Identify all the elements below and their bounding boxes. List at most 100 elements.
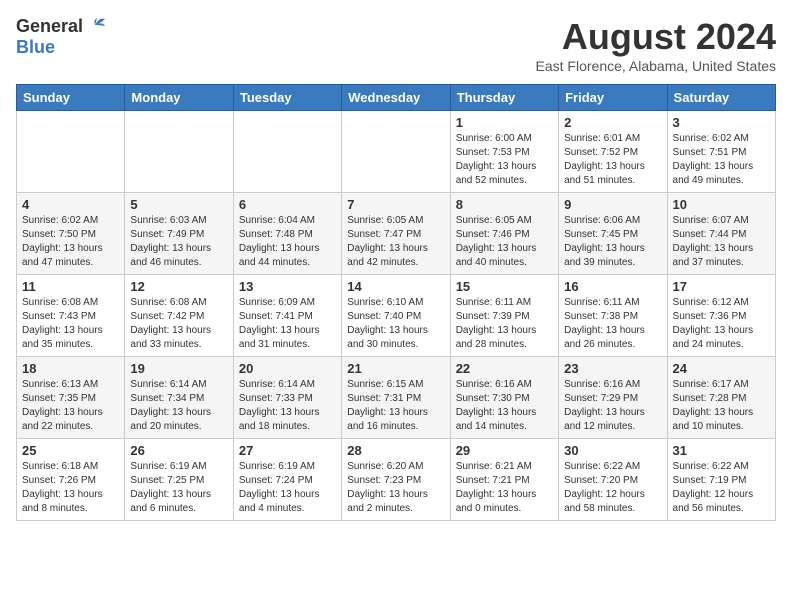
day-number: 14: [347, 279, 444, 294]
day-number: 21: [347, 361, 444, 376]
calendar-cell: 1Sunrise: 6:00 AM Sunset: 7:53 PM Daylig…: [450, 111, 558, 193]
day-number: 27: [239, 443, 336, 458]
calendar-cell: [233, 111, 341, 193]
calendar-cell: 2 Sunrise: 6:01 AM Sunset: 7:52 PM Daylig…: [559, 111, 667, 193]
day-detail: Sunrise: 6:02 AM Sunset: 7:51 PM Dayligh…: [673, 132, 770, 188]
calendar-week-4: 18 Sunrise: 6:13 AM Sunset: 7:35 PM Dayli…: [17, 357, 776, 439]
day-number: 12: [130, 279, 227, 294]
calendar-cell: 4Sunrise: 6:02 AM Sunset: 7:50 PM Daylig…: [17, 193, 125, 275]
day-number: 22: [456, 361, 553, 376]
day-number: 24: [673, 361, 770, 376]
day-number: 19: [130, 361, 227, 376]
calendar-cell: 19 Sunrise: 6:14 AM Sunset: 7:34 PM Dayli…: [125, 357, 233, 439]
title-area: August 2024 East Florence, Alabama, Unit…: [536, 16, 776, 74]
logo-general-text: General: [16, 16, 83, 37]
day-detail: Sunrise: 6:06 AM Sunset: 7:45 PM Dayligh…: [564, 214, 661, 270]
day-number: 11: [22, 279, 119, 294]
day-number: 30: [564, 443, 661, 458]
month-year-title: August 2024: [536, 16, 776, 58]
calendar-cell: 10 Sunrise: 6:07 AM Sunset: 7:44 PM Dayli…: [667, 193, 775, 275]
col-header-tuesday: Tuesday: [233, 85, 341, 111]
calendar-week-5: 25Sunrise: 6:18 AM Sunset: 7:26 PM Dayli…: [17, 439, 776, 521]
col-header-monday: Monday: [125, 85, 233, 111]
calendar-cell: 26 Sunrise: 6:19 AM Sunset: 7:25 PM Dayli…: [125, 439, 233, 521]
calendar-week-2: 4Sunrise: 6:02 AM Sunset: 7:50 PM Daylig…: [17, 193, 776, 275]
calendar-cell: 17 Sunrise: 6:12 AM Sunset: 7:36 PM Dayli…: [667, 275, 775, 357]
day-detail: Sunrise: 6:16 AM Sunset: 7:29 PM Dayligh…: [564, 378, 661, 434]
day-detail: Sunrise: 6:08 AM Sunset: 7:43 PM Dayligh…: [22, 296, 119, 352]
day-detail: Sunrise: 6:16 AM Sunset: 7:30 PM Dayligh…: [456, 378, 553, 434]
logo-blue-text: Blue: [16, 37, 55, 57]
day-number: 18: [22, 361, 119, 376]
calendar-cell: 25Sunrise: 6:18 AM Sunset: 7:26 PM Dayli…: [17, 439, 125, 521]
day-number: 15: [456, 279, 553, 294]
day-number: 7: [347, 197, 444, 212]
day-number: 23: [564, 361, 661, 376]
day-number: 10: [673, 197, 770, 212]
calendar-week-1: 1Sunrise: 6:00 AM Sunset: 7:53 PM Daylig…: [17, 111, 776, 193]
day-number: 29: [456, 443, 553, 458]
calendar-cell: 12Sunrise: 6:08 AM Sunset: 7:42 PM Dayli…: [125, 275, 233, 357]
day-number: 6: [239, 197, 336, 212]
day-number: 8: [456, 197, 553, 212]
day-number: 13: [239, 279, 336, 294]
day-detail: Sunrise: 6:17 AM Sunset: 7:28 PM Dayligh…: [673, 378, 770, 434]
calendar-cell: 7 Sunrise: 6:05 AM Sunset: 7:47 PM Daylig…: [342, 193, 450, 275]
day-detail: Sunrise: 6:07 AM Sunset: 7:44 PM Dayligh…: [673, 214, 770, 270]
calendar-cell: 23 Sunrise: 6:16 AM Sunset: 7:29 PM Dayli…: [559, 357, 667, 439]
day-detail: Sunrise: 6:14 AM Sunset: 7:33 PM Dayligh…: [239, 378, 336, 434]
col-header-thursday: Thursday: [450, 85, 558, 111]
page-header: General Blue August 2024 East Florence, …: [16, 16, 776, 74]
calendar-header: SundayMondayTuesdayWednesdayThursdayFrid…: [17, 85, 776, 111]
calendar-week-3: 11 Sunrise: 6:08 AM Sunset: 7:43 PM Dayli…: [17, 275, 776, 357]
day-detail: Sunrise: 6:05 AM Sunset: 7:46 PM Dayligh…: [456, 214, 553, 270]
day-detail: Sunrise: 6:21 AM Sunset: 7:21 PM Dayligh…: [456, 460, 553, 516]
day-number: 31: [673, 443, 770, 458]
day-number: 20: [239, 361, 336, 376]
day-detail: Sunrise: 6:04 AM Sunset: 7:48 PM Dayligh…: [239, 214, 336, 270]
calendar-cell: 24 Sunrise: 6:17 AM Sunset: 7:28 PM Dayli…: [667, 357, 775, 439]
day-detail: Sunrise: 6:22 AM Sunset: 7:20 PM Dayligh…: [564, 460, 661, 516]
calendar-cell: [342, 111, 450, 193]
day-number: 5: [130, 197, 227, 212]
day-number: 28: [347, 443, 444, 458]
day-detail: Sunrise: 6:20 AM Sunset: 7:23 PM Dayligh…: [347, 460, 444, 516]
calendar-cell: 15 Sunrise: 6:11 AM Sunset: 7:39 PM Dayli…: [450, 275, 558, 357]
day-detail: Sunrise: 6:19 AM Sunset: 7:25 PM Dayligh…: [130, 460, 227, 516]
day-number: 17: [673, 279, 770, 294]
day-detail: Sunrise: 6:22 AM Sunset: 7:19 PM Dayligh…: [673, 460, 770, 516]
day-detail: Sunrise: 6:03 AM Sunset: 7:49 PM Dayligh…: [130, 214, 227, 270]
day-number: 4: [22, 197, 119, 212]
calendar-cell: 29 Sunrise: 6:21 AM Sunset: 7:21 PM Dayli…: [450, 439, 558, 521]
calendar-cell: 13Sunrise: 6:09 AM Sunset: 7:41 PM Dayli…: [233, 275, 341, 357]
day-detail: Sunrise: 6:10 AM Sunset: 7:40 PM Dayligh…: [347, 296, 444, 352]
day-detail: Sunrise: 6:05 AM Sunset: 7:47 PM Dayligh…: [347, 214, 444, 270]
day-detail: Sunrise: 6:13 AM Sunset: 7:35 PM Dayligh…: [22, 378, 119, 434]
day-detail: Sunrise: 6:19 AM Sunset: 7:24 PM Dayligh…: [239, 460, 336, 516]
calendar-cell: 16Sunrise: 6:11 AM Sunset: 7:38 PM Dayli…: [559, 275, 667, 357]
day-number: 26: [130, 443, 227, 458]
day-number: 9: [564, 197, 661, 212]
day-detail: Sunrise: 6:11 AM Sunset: 7:38 PM Dayligh…: [564, 296, 661, 352]
day-detail: Sunrise: 6:14 AM Sunset: 7:34 PM Dayligh…: [130, 378, 227, 434]
calendar-cell: 28 Sunrise: 6:20 AM Sunset: 7:23 PM Dayli…: [342, 439, 450, 521]
calendar-cell: 20 Sunrise: 6:14 AM Sunset: 7:33 PM Dayli…: [233, 357, 341, 439]
day-detail: Sunrise: 6:11 AM Sunset: 7:39 PM Dayligh…: [456, 296, 553, 352]
day-detail: Sunrise: 6:12 AM Sunset: 7:36 PM Dayligh…: [673, 296, 770, 352]
calendar-cell: 5 Sunrise: 6:03 AM Sunset: 7:49 PM Daylig…: [125, 193, 233, 275]
day-detail: Sunrise: 6:18 AM Sunset: 7:26 PM Dayligh…: [22, 460, 119, 516]
col-header-saturday: Saturday: [667, 85, 775, 111]
day-number: 2: [564, 115, 661, 130]
calendar-cell: 9 Sunrise: 6:06 AM Sunset: 7:45 PM Daylig…: [559, 193, 667, 275]
calendar-cell: 11 Sunrise: 6:08 AM Sunset: 7:43 PM Dayli…: [17, 275, 125, 357]
calendar-cell: 22 Sunrise: 6:16 AM Sunset: 7:30 PM Dayli…: [450, 357, 558, 439]
day-detail: Sunrise: 6:15 AM Sunset: 7:31 PM Dayligh…: [347, 378, 444, 434]
calendar-cell: [17, 111, 125, 193]
calendar-cell: 3Sunrise: 6:02 AM Sunset: 7:51 PM Daylig…: [667, 111, 775, 193]
day-detail: Sunrise: 6:00 AM Sunset: 7:53 PM Dayligh…: [456, 132, 553, 188]
col-header-wednesday: Wednesday: [342, 85, 450, 111]
day-detail: Sunrise: 6:01 AM Sunset: 7:52 PM Dayligh…: [564, 132, 661, 188]
calendar-cell: [125, 111, 233, 193]
calendar-cell: 27 Sunrise: 6:19 AM Sunset: 7:24 PM Dayli…: [233, 439, 341, 521]
logo: General Blue: [16, 16, 107, 58]
